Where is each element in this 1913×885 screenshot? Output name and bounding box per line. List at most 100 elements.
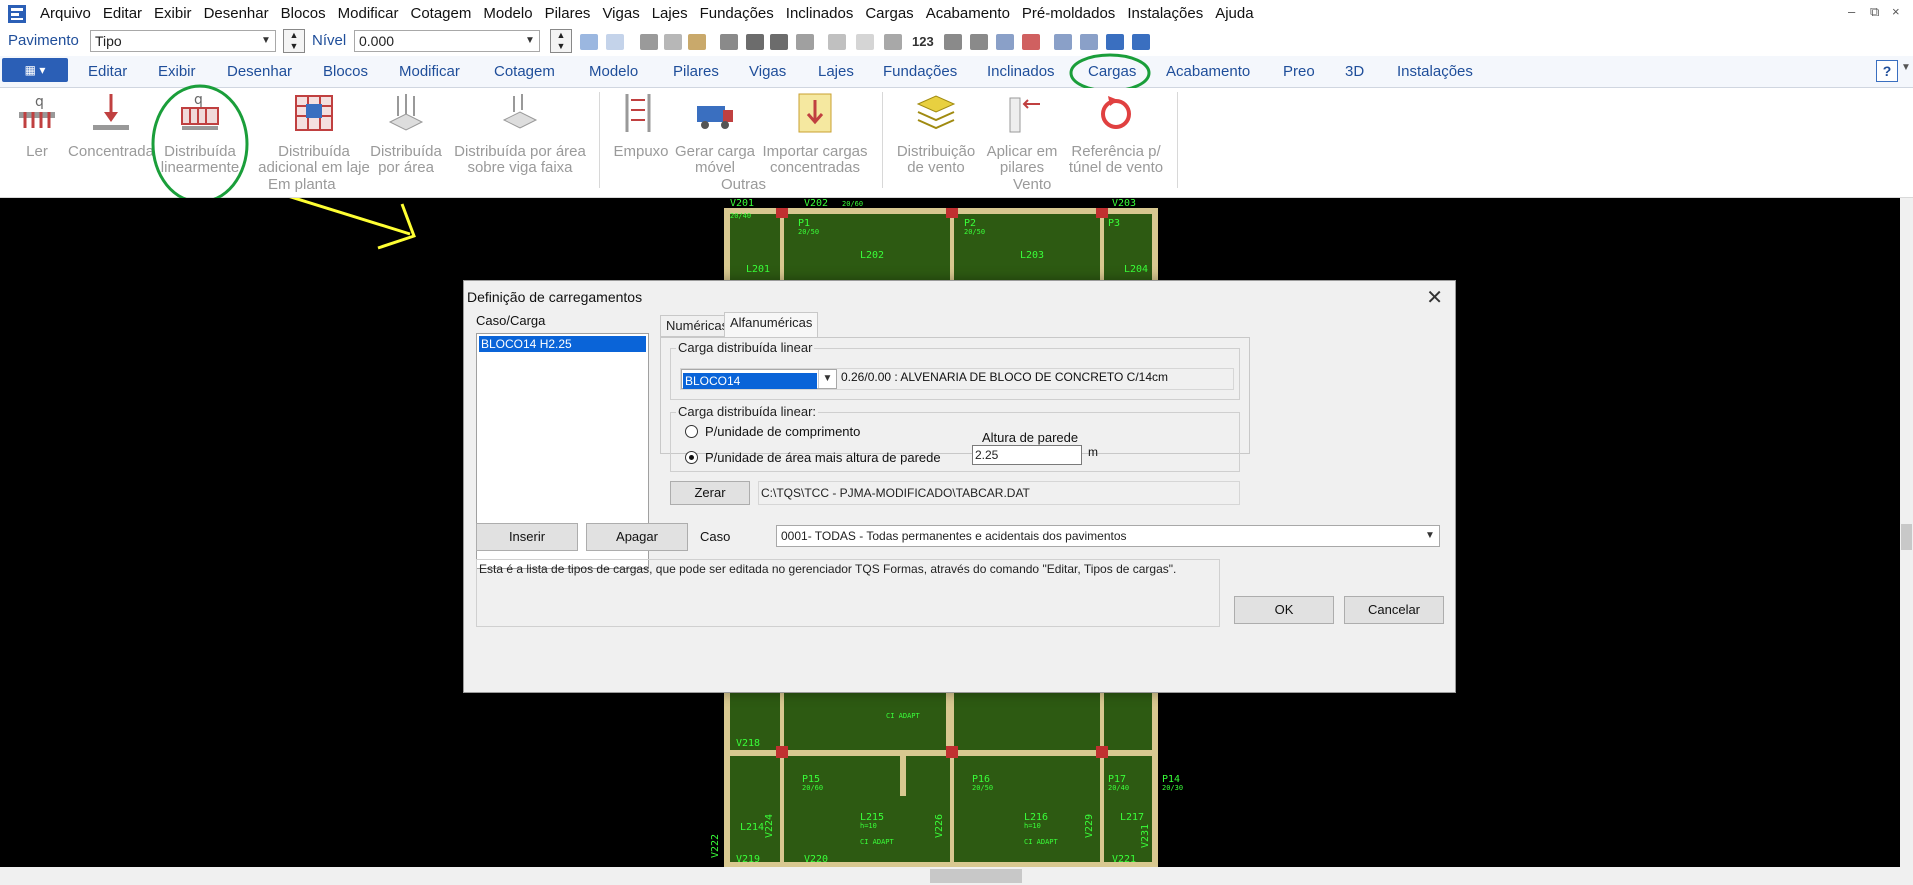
- help-dropdown-icon[interactable]: ▼: [1901, 62, 1911, 73]
- cancel-button[interactable]: Cancelar: [1344, 596, 1444, 624]
- binoculars-icon[interactable]: [720, 34, 738, 50]
- tab-vigas[interactable]: Vigas: [749, 63, 786, 80]
- close-window-button[interactable]: ×: [1892, 4, 1900, 19]
- menu-instalacoes[interactable]: Instalações: [1121, 0, 1209, 28]
- filter-icon[interactable]: [944, 34, 962, 50]
- menu-pre-moldados[interactable]: Pré-moldados: [1016, 0, 1121, 28]
- table-icon[interactable]: [828, 34, 846, 50]
- dialog-close-button[interactable]: ✕: [1426, 285, 1443, 310]
- redo-icon[interactable]: [606, 34, 624, 50]
- tab-modelo[interactable]: Modelo: [589, 63, 638, 80]
- radio-comprimento[interactable]: [685, 425, 698, 438]
- tab-pilares[interactable]: Pilares: [673, 63, 719, 80]
- tab-exibir[interactable]: Exibir: [158, 63, 196, 80]
- tab-lajes[interactable]: Lajes: [818, 63, 854, 80]
- save-icon[interactable]: [746, 34, 764, 50]
- cut-icon[interactable]: [640, 34, 658, 50]
- menu-cotagem[interactable]: Cotagem: [405, 0, 478, 28]
- ok-button[interactable]: OK: [1234, 596, 1334, 624]
- tab-inclinados[interactable]: Inclinados: [987, 63, 1055, 80]
- grid-icon[interactable]: [856, 34, 874, 50]
- menu-inclinados[interactable]: Inclinados: [780, 0, 860, 28]
- tab-numericas[interactable]: Numéricas: [660, 315, 735, 337]
- menu-cargas[interactable]: Cargas: [859, 0, 919, 28]
- tab-cotagem[interactable]: Cotagem: [494, 63, 555, 80]
- tab-instalacoes[interactable]: Instalações: [1397, 63, 1473, 80]
- numbering-icon[interactable]: 123: [912, 34, 934, 49]
- nivel-select[interactable]: 0.000 ▼: [354, 30, 540, 52]
- ler-button[interactable]: q Ler: [12, 88, 62, 160]
- zoom-all-icon[interactable]: [1080, 34, 1098, 50]
- menu-pilares[interactable]: Pilares: [539, 0, 597, 28]
- empuxo-button[interactable]: Empuxo: [612, 88, 670, 160]
- menu-lajes[interactable]: Lajes: [646, 0, 694, 28]
- distribuida-adicional-laje-button[interactable]: Distribuída adicional em laje: [254, 88, 374, 176]
- concentrada-button[interactable]: Concentrada: [66, 88, 156, 160]
- layers-icon[interactable]: [996, 34, 1014, 50]
- tab-3d[interactable]: 3D: [1345, 63, 1364, 80]
- menu-arquivo[interactable]: Arquivo: [34, 0, 97, 28]
- horizontal-scrollbar[interactable]: [0, 867, 1913, 885]
- save-as-icon[interactable]: [770, 34, 788, 50]
- caso-select[interactable]: 0001- TODAS - Todas permanentes e aciden…: [776, 525, 1440, 547]
- paste-icon[interactable]: [688, 34, 706, 50]
- tab-editar[interactable]: Editar: [88, 63, 127, 80]
- print-icon[interactable]: [796, 34, 814, 50]
- aplicar-pilares-button[interactable]: Aplicar em pilares: [980, 88, 1064, 176]
- menu-blocos[interactable]: Blocos: [275, 0, 332, 28]
- referencia-tunel-button[interactable]: Referência p/ túnel de vento: [1064, 88, 1168, 176]
- app-logo-icon[interactable]: [6, 3, 28, 25]
- menu-exibir[interactable]: Exibir: [148, 0, 198, 28]
- zerar-button[interactable]: Zerar: [670, 481, 750, 505]
- menu-desenhar[interactable]: Desenhar: [198, 0, 275, 28]
- tab-fundacoes[interactable]: Fundações: [883, 63, 957, 80]
- apagar-button[interactable]: Apagar: [586, 523, 688, 551]
- application-menu-button[interactable]: ▦ ▾: [2, 58, 68, 82]
- radio-area-altura-label[interactable]: P/unidade de área mais altura de parede: [705, 450, 941, 465]
- menu-vigas[interactable]: Vigas: [596, 0, 645, 28]
- menu-editar[interactable]: Editar: [97, 0, 148, 28]
- measure-icon[interactable]: [884, 34, 902, 50]
- gerar-carga-movel-button[interactable]: Gerar carga móvel: [672, 88, 758, 176]
- menu-fundacoes[interactable]: Fundações: [694, 0, 780, 28]
- tab-blocos[interactable]: Blocos: [323, 63, 368, 80]
- tab-preo[interactable]: Preo: [1283, 63, 1315, 80]
- zoom-window-icon[interactable]: [1054, 34, 1072, 50]
- tab-acabamento[interactable]: Acabamento: [1166, 63, 1250, 80]
- inserir-button[interactable]: Inserir: [476, 523, 578, 551]
- distribuicao-vento-button[interactable]: Distribuição de vento: [892, 88, 980, 176]
- distribuida-por-area-label-2: por área: [378, 159, 434, 176]
- svg-text:V226: V226: [934, 814, 945, 838]
- copy-icon[interactable]: [664, 34, 682, 50]
- importar-cargas-button[interactable]: Importar cargas concentradas: [758, 88, 872, 176]
- restore-button[interactable]: ⧉: [1870, 4, 1879, 20]
- menu-acabamento[interactable]: Acabamento: [920, 0, 1016, 28]
- pavimento-value: Tipo: [95, 33, 122, 49]
- tab-alfanumericas[interactable]: Alfanuméricas: [724, 312, 819, 338]
- load-list-item[interactable]: BLOCO14 H2.25: [479, 336, 646, 352]
- distribuida-por-area-button[interactable]: Distribuída por área: [362, 88, 450, 176]
- radio-area-altura[interactable]: [685, 451, 698, 464]
- minimize-button[interactable]: –: [1848, 4, 1855, 19]
- menu-modelo[interactable]: Modelo: [477, 0, 538, 28]
- help-icon[interactable]: ?: [1876, 60, 1898, 82]
- level-icon[interactable]: [970, 34, 988, 50]
- tab-desenhar[interactable]: Desenhar: [227, 63, 292, 80]
- vertical-scroll-thumb[interactable]: [1901, 524, 1912, 550]
- pavimento-spinner[interactable]: ▲ ▼: [283, 29, 305, 53]
- vertical-scrollbar[interactable]: [1900, 198, 1913, 867]
- undo-icon[interactable]: [580, 34, 598, 50]
- horizontal-scroll-thumb[interactable]: [930, 869, 1022, 883]
- window-icon[interactable]: [1132, 34, 1150, 50]
- carga-type-select[interactable]: BLOCO14 ▼: [681, 369, 837, 389]
- distribuida-viga-faixa-button[interactable]: Distribuída por área sobre viga faixa: [451, 88, 589, 176]
- tab-modificar[interactable]: Modificar: [399, 63, 460, 80]
- print-preview-icon[interactable]: [1106, 34, 1124, 50]
- altura-parede-input[interactable]: 2.25: [972, 445, 1082, 465]
- pavimento-select[interactable]: Tipo ▼: [90, 30, 276, 52]
- menu-ajuda[interactable]: Ajuda: [1209, 0, 1259, 28]
- menu-modificar[interactable]: Modificar: [332, 0, 405, 28]
- stop-icon[interactable]: [1022, 34, 1040, 50]
- radio-comprimento-label[interactable]: P/unidade de comprimento: [705, 424, 860, 439]
- nivel-spinner[interactable]: ▲ ▼: [550, 29, 572, 53]
